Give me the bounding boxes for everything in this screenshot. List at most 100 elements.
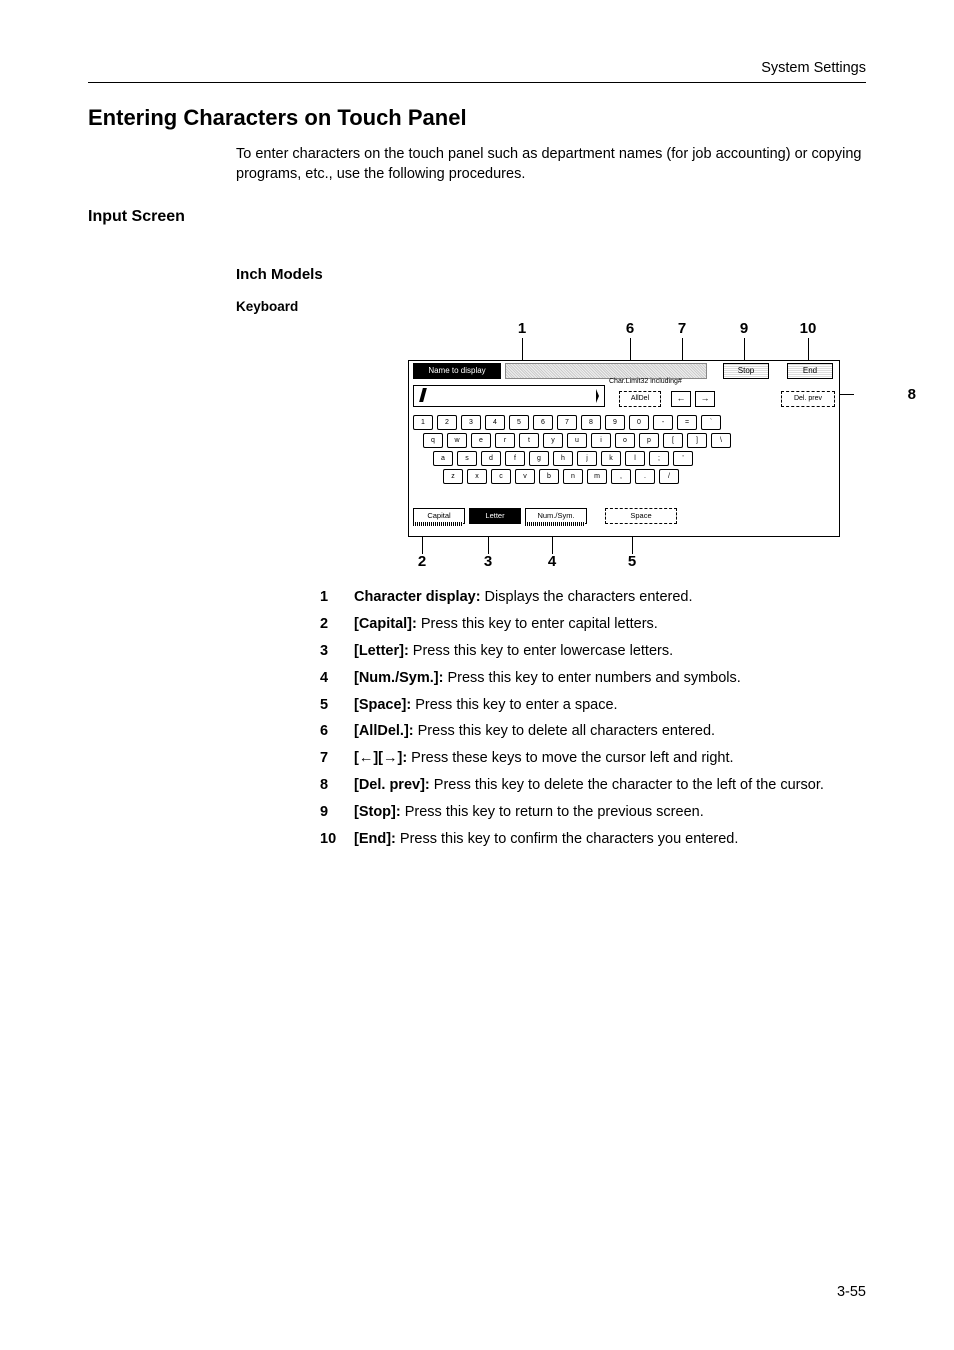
key-6[interactable]: 6 <box>533 415 553 430</box>
legend-num: 8 <box>320 776 354 795</box>
legend-text: [Stop]: Press this key to return to the … <box>354 803 704 822</box>
legend-row-7: 7[←][→]: Press these keys to move the cu… <box>320 749 866 768</box>
page-number: 3-55 <box>837 1284 866 1300</box>
key-9[interactable]: 9 <box>605 415 625 430</box>
character-display[interactable] <box>413 385 605 407</box>
legend-row-6: 6[AllDel.]: Press this key to delete all… <box>320 722 866 741</box>
key-8[interactable]: 8 <box>581 415 601 430</box>
legend-text: Character display: Displays the characte… <box>354 588 693 607</box>
key-=[interactable]: = <box>677 415 697 430</box>
key-'[interactable]: ' <box>673 451 693 466</box>
legend-list: 1Character display: Displays the charact… <box>320 588 866 848</box>
key-][interactable]: ] <box>687 433 707 448</box>
char-limit-label: Char.Limit32 including# <box>609 378 682 385</box>
key-x[interactable]: x <box>467 469 487 484</box>
key-s[interactable]: s <box>457 451 477 466</box>
subsection-heading: Input Screen <box>88 208 866 226</box>
legend-row-5: 5[Space]: Press this key to enter a spac… <box>320 696 866 715</box>
cursor-left-button[interactable]: ← <box>671 391 691 407</box>
key-\[interactable]: \ <box>711 433 731 448</box>
callout-7: 7 <box>672 320 692 337</box>
key-b[interactable]: b <box>539 469 559 484</box>
letter-button[interactable]: Letter <box>469 508 521 524</box>
del-prev-button[interactable]: Del. prev <box>781 391 835 407</box>
legend-row-4: 4[Num./Sym.]: Press this key to enter nu… <box>320 669 866 688</box>
key-4[interactable]: 4 <box>485 415 505 430</box>
key-m[interactable]: m <box>587 469 607 484</box>
key-y[interactable]: y <box>543 433 563 448</box>
key-[[interactable]: [ <box>663 433 683 448</box>
key-n[interactable]: n <box>563 469 583 484</box>
key-.[interactable]: . <box>635 469 655 484</box>
key-c[interactable]: c <box>491 469 511 484</box>
callout-6: 6 <box>620 320 640 337</box>
legend-num: 4 <box>320 669 354 688</box>
end-button[interactable]: End <box>787 363 833 379</box>
space-button[interactable]: Space <box>605 508 677 524</box>
key-2[interactable]: 2 <box>437 415 457 430</box>
key-w[interactable]: w <box>447 433 467 448</box>
legend-row-8: 8[Del. prev]: Press this key to delete t… <box>320 776 866 795</box>
key-;[interactable]: ; <box>649 451 669 466</box>
callout-9: 9 <box>734 320 754 337</box>
alldel-button[interactable]: AllDel <box>619 391 661 407</box>
section-heading: Entering Characters on Touch Panel <box>88 105 866 131</box>
key-a[interactable]: a <box>433 451 453 466</box>
legend-num: 10 <box>320 830 354 849</box>
legend-text: [Letter]: Press this key to enter lowerc… <box>354 642 673 661</box>
key-0[interactable]: 0 <box>629 415 649 430</box>
key-`[interactable]: ` <box>701 415 721 430</box>
legend-row-10: 10[End]: Press this key to confirm the c… <box>320 830 866 849</box>
legend-row-3: 3[Letter]: Press this key to enter lower… <box>320 642 866 661</box>
legend-num: 5 <box>320 696 354 715</box>
key-i[interactable]: i <box>591 433 611 448</box>
legend-text: [Del. prev]: Press this key to delete th… <box>354 776 824 795</box>
cursor-right-button[interactable]: → <box>695 391 715 407</box>
key-z[interactable]: z <box>443 469 463 484</box>
callout-3: 3 <box>478 553 498 570</box>
callout-8: 8 <box>908 386 916 403</box>
callout-4: 4 <box>542 553 562 570</box>
key-1[interactable]: 1 <box>413 415 433 430</box>
key--[interactable]: - <box>653 415 673 430</box>
key-f[interactable]: f <box>505 451 525 466</box>
legend-row-9: 9[Stop]: Press this key to return to the… <box>320 803 866 822</box>
key-k[interactable]: k <box>601 451 621 466</box>
stop-button[interactable]: Stop <box>723 363 769 379</box>
model-heading: Inch Models <box>236 266 866 283</box>
key-p[interactable]: p <box>639 433 659 448</box>
key-v[interactable]: v <box>515 469 535 484</box>
legend-num: 9 <box>320 803 354 822</box>
legend-row-2: 2[Capital]: Press this key to enter capi… <box>320 615 866 634</box>
legend-num: 6 <box>320 722 354 741</box>
key-q[interactable]: q <box>423 433 443 448</box>
legend-text: [Num./Sym.]: Press this key to enter num… <box>354 669 741 688</box>
legend-text: [Space]: Press this key to enter a space… <box>354 696 618 715</box>
keyboard-heading: Keyboard <box>236 299 866 314</box>
key-j[interactable]: j <box>577 451 597 466</box>
key-7[interactable]: 7 <box>557 415 577 430</box>
callout-2: 2 <box>412 553 432 570</box>
callout-10: 10 <box>798 320 818 337</box>
key-r[interactable]: r <box>495 433 515 448</box>
key-grid: 1234567890-=` qwertyuiop[]\ asdfghjkl;' … <box>413 415 835 487</box>
key-e[interactable]: e <box>471 433 491 448</box>
key-h[interactable]: h <box>553 451 573 466</box>
key-d[interactable]: d <box>481 451 501 466</box>
name-to-display-label: Name to display <box>413 363 501 379</box>
key-3[interactable]: 3 <box>461 415 481 430</box>
callout-1: 1 <box>512 320 532 337</box>
key-t[interactable]: t <box>519 433 539 448</box>
key-l[interactable]: l <box>625 451 645 466</box>
keyboard-diagram: 1 6 7 9 10 8 2 3 4 5 Name to display Sto… <box>320 320 880 570</box>
key-,[interactable]: , <box>611 469 631 484</box>
legend-row-1: 1Character display: Displays the charact… <box>320 588 866 607</box>
key-g[interactable]: g <box>529 451 549 466</box>
key-/[interactable]: / <box>659 469 679 484</box>
title-fill <box>505 363 707 379</box>
legend-text: [AllDel.]: Press this key to delete all … <box>354 722 715 741</box>
key-5[interactable]: 5 <box>509 415 529 430</box>
key-u[interactable]: u <box>567 433 587 448</box>
key-o[interactable]: o <box>615 433 635 448</box>
running-head: System Settings <box>88 60 866 76</box>
